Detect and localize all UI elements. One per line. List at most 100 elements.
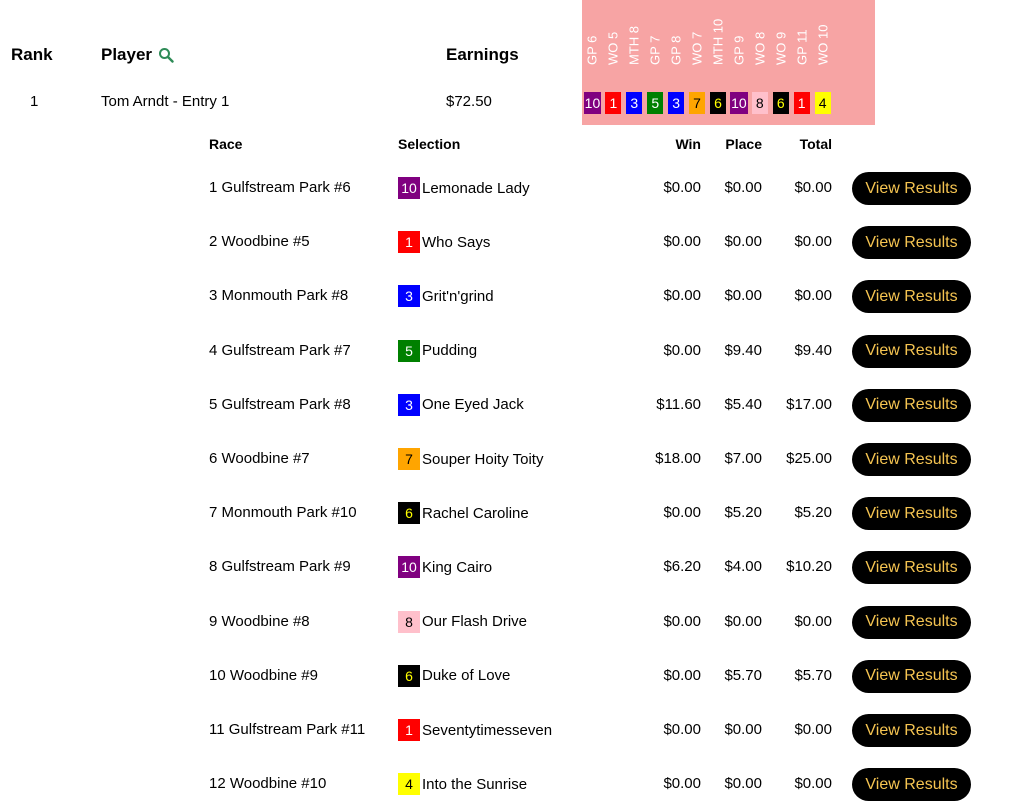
horse-name: Who Says bbox=[422, 233, 491, 251]
view-results-button[interactable]: View Results bbox=[852, 443, 971, 476]
pick-cell: 6 bbox=[770, 91, 791, 115]
total-amount: $5.20 bbox=[794, 504, 832, 522]
player-header-label: Player bbox=[101, 45, 153, 64]
total-amount: $0.00 bbox=[794, 179, 832, 196]
view-results-button[interactable]: View Results bbox=[852, 280, 971, 314]
rank-header: Rank bbox=[11, 45, 53, 64]
selection: 8 Our Flash Drive bbox=[398, 610, 527, 633]
race-name: 11 Gulfstream Park #11 bbox=[209, 721, 366, 738]
race-row: 9 Woodbine #8 8 Our Flash Drive $0.00 $0.00 $… bbox=[0, 603, 1024, 643]
view-results-button[interactable]: View Results bbox=[852, 388, 971, 422]
view-results-button[interactable]: View Results bbox=[852, 497, 971, 531]
horse-name: King Cairo bbox=[422, 558, 493, 576]
total-amount: $0.00 bbox=[794, 233, 832, 251]
place-amount: $0.00 bbox=[724, 179, 762, 196]
view-results-button[interactable]: View Results bbox=[852, 714, 971, 747]
race-row: 1 Gulfstream Park #6 10 Lemonade Lady $0.00… bbox=[0, 169, 1024, 209]
place-amount: $5.70 bbox=[724, 666, 762, 684]
race-name: 7 Monmouth Park #10 bbox=[209, 504, 357, 522]
race-label-text: GP 6 bbox=[584, 35, 600, 65]
selection-number-badge: 5 bbox=[398, 339, 420, 362]
win-amount: $0.00 bbox=[663, 612, 701, 630]
selection: 6 Rachel Caroline bbox=[398, 502, 529, 525]
pick-number-badge: 4 bbox=[814, 92, 831, 114]
race-name: 1 Gulfstream Park #6 bbox=[209, 179, 351, 196]
view-results-button[interactable]: View Results bbox=[852, 659, 971, 693]
entry-earnings: $72.50 bbox=[446, 93, 492, 110]
win-amount: $18.00 bbox=[655, 450, 701, 467]
view-results-button[interactable]: View Results bbox=[852, 226, 971, 260]
horse-name: Seventytimesseven bbox=[422, 721, 553, 739]
win-amount: $6.20 bbox=[663, 558, 701, 576]
place-amount: $9.40 bbox=[724, 341, 762, 359]
place-amount: $0.00 bbox=[724, 775, 762, 793]
pick-number-badge: 7 bbox=[689, 92, 706, 114]
race-row: 2 Woodbine #5 1 Who Says $0.00 $0.00 $0.00 Vie… bbox=[0, 223, 1024, 263]
race-name: 5 Gulfstream Park #8 bbox=[209, 395, 351, 413]
selection: 10 King Cairo bbox=[398, 556, 493, 579]
race-label: GP 6 bbox=[582, 0, 603, 80]
race-labels: GP 6 WO 5 MTH 8 GP 7 GP 8 WO 7 MTH 10 GP 9 WO 8 W… bbox=[582, 0, 833, 80]
total-amount: $0.00 bbox=[794, 612, 832, 630]
race-name: 8 Gulfstream Park #9 bbox=[209, 558, 351, 576]
entry-player-name[interactable]: Tom Arndt - Entry 1 bbox=[101, 93, 229, 110]
race-label: WO 7 bbox=[687, 0, 708, 80]
selection-number-badge: 4 bbox=[398, 773, 420, 796]
view-results-button[interactable]: View Results bbox=[852, 551, 971, 585]
view-results-button[interactable]: View Results bbox=[852, 605, 971, 639]
win-amount: $0.00 bbox=[663, 341, 701, 359]
race-name: 12 Woodbine #10 bbox=[209, 775, 327, 793]
win-amount: $0.00 bbox=[663, 233, 701, 251]
horse-name: Into the Sunrise bbox=[422, 775, 528, 793]
pick-number-badge: 8 bbox=[751, 92, 768, 114]
selection-number-badge: 7 bbox=[398, 448, 420, 470]
pick-number-badge: 3 bbox=[626, 92, 643, 114]
race-label: WO 9 bbox=[770, 0, 791, 80]
place-amount: $0.00 bbox=[724, 233, 762, 251]
pick-cell: 1 bbox=[603, 91, 624, 115]
total-column-header: Total bbox=[799, 136, 832, 152]
pick-cell: 10 bbox=[728, 91, 749, 115]
selection: 4 Into the Sunrise bbox=[398, 773, 528, 796]
race-label-text: GP 7 bbox=[647, 35, 663, 65]
race-name: 10 Woodbine #9 bbox=[209, 666, 318, 684]
view-results-button[interactable]: View Results bbox=[852, 172, 971, 205]
selection-number-badge: 3 bbox=[398, 285, 420, 308]
pick-number-badge: 5 bbox=[647, 92, 664, 114]
player-header: Player bbox=[101, 45, 174, 65]
win-amount: $0.00 bbox=[663, 179, 701, 196]
race-name: 3 Monmouth Park #8 bbox=[209, 287, 349, 305]
pick-cell: 7 bbox=[687, 91, 708, 115]
place-amount: $0.00 bbox=[724, 721, 762, 738]
race-row: 4 Gulfstream Park #7 5 Pudding $0.00 $9.40 $9… bbox=[0, 332, 1024, 372]
horse-name: One Eyed Jack bbox=[422, 396, 524, 414]
race-label-text: GP 8 bbox=[668, 35, 684, 65]
pick-cell: 10 bbox=[582, 91, 603, 115]
race-name: 6 Woodbine #7 bbox=[209, 450, 310, 467]
selection-number-badge: 1 bbox=[398, 719, 420, 741]
selection-number-badge: 10 bbox=[398, 177, 420, 199]
race-label-text: WO 10 bbox=[815, 24, 831, 65]
view-results-button[interactable]: View Results bbox=[852, 334, 971, 368]
view-results-button[interactable]: View Results bbox=[852, 768, 971, 802]
selection: 1 Who Says bbox=[398, 231, 491, 254]
horse-name: Souper Hoity Toity bbox=[422, 450, 544, 468]
pick-cell: 6 bbox=[708, 91, 729, 115]
selection-column-header: Selection bbox=[398, 136, 461, 152]
race-name: 4 Gulfstream Park #7 bbox=[209, 341, 351, 359]
race-label-text: GP 9 bbox=[731, 35, 747, 65]
pick-cell: 5 bbox=[645, 91, 666, 115]
race-name: 9 Woodbine #8 bbox=[209, 612, 310, 630]
selection-number-badge: 8 bbox=[398, 610, 420, 633]
race-label: WO 10 bbox=[812, 0, 833, 80]
selection: 1 Seventytimesseven bbox=[398, 719, 552, 741]
race-label-text: WO 5 bbox=[605, 31, 621, 65]
race-row: 10 Woodbine #9 6 Duke of Love $0.00 $5.70 $5.… bbox=[0, 657, 1024, 697]
race-row: 5 Gulfstream Park #8 3 One Eyed Jack $11.60… bbox=[0, 386, 1024, 426]
search-icon[interactable] bbox=[158, 47, 174, 63]
pick-cell: 8 bbox=[749, 91, 770, 115]
pick-strip: 10 1 3 5 3 7 6 10 8 6 1 4 bbox=[582, 91, 833, 115]
total-amount: $5.70 bbox=[794, 666, 832, 684]
horse-name: Grit'n'grind bbox=[422, 287, 494, 305]
total-amount: $9.40 bbox=[794, 341, 832, 359]
